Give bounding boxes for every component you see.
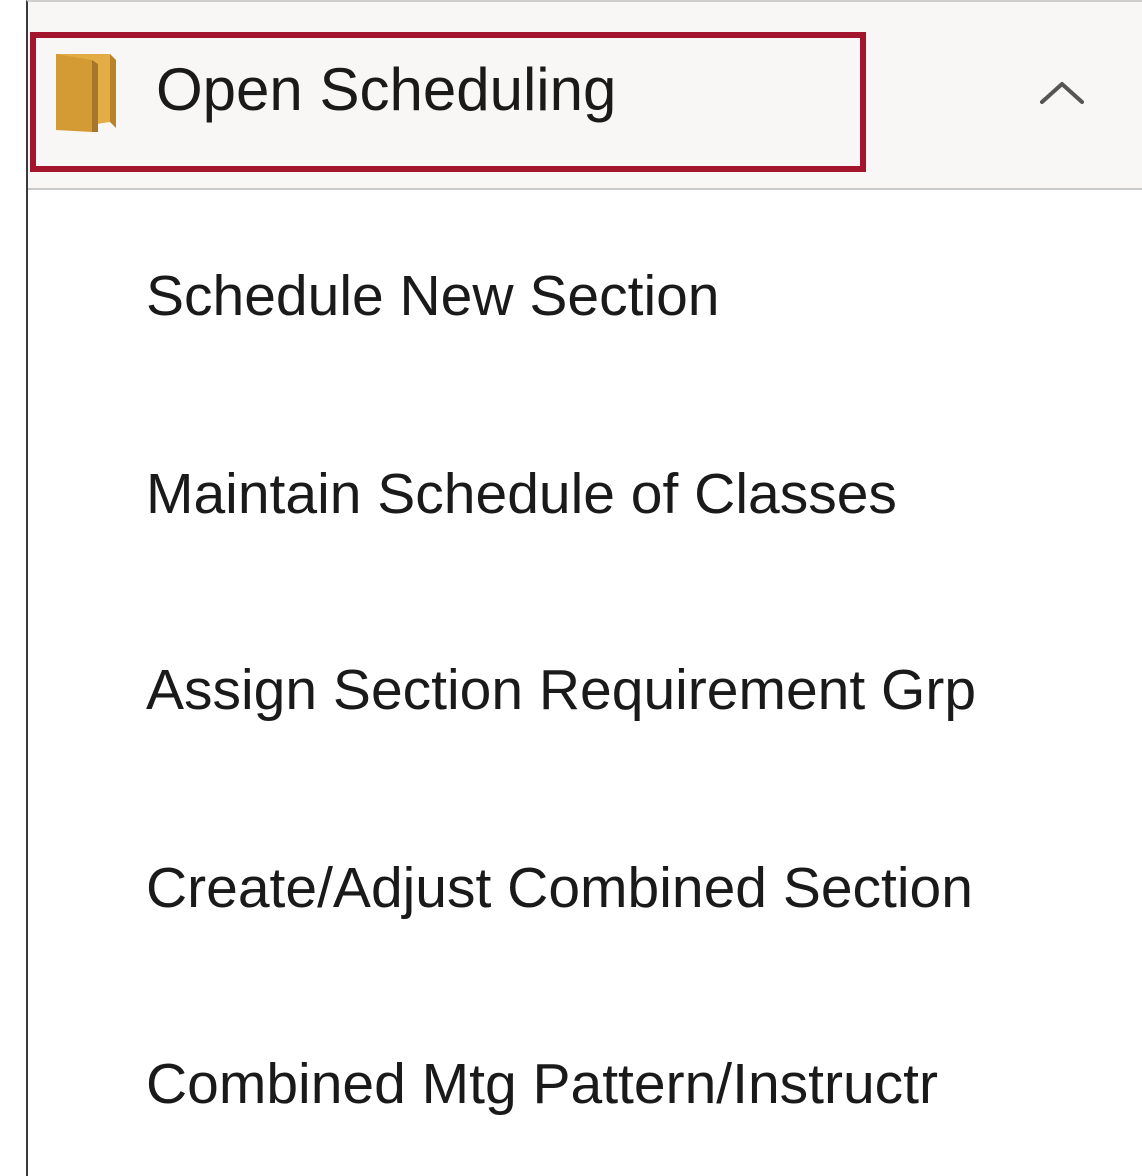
menu-item-assign-section-requirement-grp[interactable]: Assign Section Requirement Grp — [146, 650, 976, 730]
menu-item-schedule-new-section[interactable]: Schedule New Section — [146, 256, 720, 336]
highlight-annotation — [30, 32, 866, 172]
menu-item-create-adjust-combined-section[interactable]: Create/Adjust Combined Section — [146, 848, 973, 928]
navigation-panel: Open Scheduling Schedule New Section Mai… — [26, 0, 1142, 1176]
menu-item-maintain-schedule-of-classes[interactable]: Maintain Schedule of Classes — [146, 454, 897, 534]
menu-item-combined-mtg-pattern-instructr[interactable]: Combined Mtg Pattern/Instructr — [146, 1044, 938, 1124]
folder-header-open-scheduling[interactable]: Open Scheduling — [28, 2, 1142, 190]
chevron-up-icon[interactable] — [1036, 72, 1088, 112]
